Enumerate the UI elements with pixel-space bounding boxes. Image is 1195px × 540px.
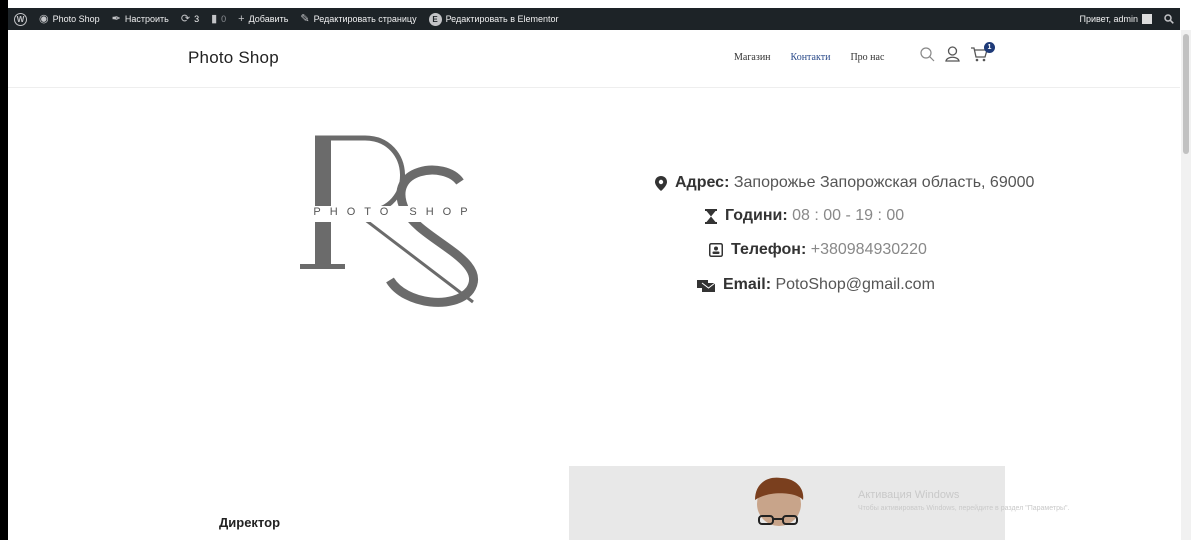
search-icon[interactable] [920,46,935,62]
customize-label: Настроить [124,14,169,24]
updates-count: 3 [194,14,200,24]
wp-admin-bar: W ◉ Photo Shop ✒ Настроить ⟳ 3 ▮ 0 + Доб… [8,8,1180,30]
contact-email: Email: PotoShop@gmail.com [697,276,935,294]
hourglass-icon [705,208,717,224]
avatar [1142,14,1152,24]
site-header: Photo Shop Магазин Контакти Про нас 1 [8,30,1180,88]
elementor-label: Редактировать в Elementor [445,14,559,24]
phone-value[interactable]: +380984930220 [811,241,927,258]
greeting-label: Привет, admin [1079,14,1138,24]
wp-logo-menu[interactable]: W [8,8,33,30]
windows-activation-title: Активация Windows [858,489,960,501]
hours-label: Години: [725,207,788,224]
cart-button[interactable]: 1 [970,42,995,62]
windows-activation-subtitle: Чтобы активировать Windows, перейдите в … [858,505,1070,512]
new-content-label: Добавить [248,14,289,24]
admin-bar-elementor[interactable]: E Редактировать в Elementor [423,8,565,30]
updates-icon: ⟳ [180,12,191,25]
nav-item-about[interactable]: Про нас [850,52,884,63]
address-value: Запорожье Запорожская область, 69000 [733,174,1035,191]
admin-bar-my-account[interactable]: Привет, admin [1073,8,1158,30]
page-scrollbar[interactable] [1181,30,1191,540]
brush-icon: ✒ [111,12,121,25]
dashboard-icon: ◉ [39,12,49,25]
logo-graphic [295,135,495,307]
edit-page-label: Редактировать страницу [313,14,417,24]
pencil-icon: ✎ [300,12,310,25]
site-name-label: Photo Shop [52,14,100,24]
site-title[interactable]: Photo Shop [188,48,279,68]
contact-phone: Телефон: +380984930220 [709,241,927,259]
top-strip [0,0,1195,8]
scrollbar-thumb[interactable] [1183,34,1189,154]
admin-bar-customize[interactable]: ✒ Настроить [106,8,175,30]
photo-shop-logo: PHOTO SHOP [295,130,495,310]
address-label: Адрес: [675,174,730,191]
email-value[interactable]: PotoShop@gmail.com [775,276,934,293]
admin-bar-updates[interactable]: ⟳ 3 [175,8,205,30]
contact-address: Адрес: Запорожье Запорожская область, 69… [655,174,1034,192]
admin-bar-edit-page[interactable]: ✎ Редактировать страницу [294,8,422,30]
email-label: Email: [723,276,772,293]
wordpress-icon: W [14,12,27,26]
nav-item-shop[interactable]: Магазин [734,52,771,63]
window-edge [0,0,8,540]
admin-bar-search[interactable] [1158,8,1180,30]
contact-card-icon [709,243,723,257]
admin-bar-new-content[interactable]: + Добавить [232,8,294,30]
cart-count-badge: 1 [984,42,995,53]
nav-item-contacts[interactable]: Контакти [791,52,831,63]
header-icons: 1 [920,42,995,62]
search-icon [1164,14,1174,24]
mail-stack-icon [697,280,715,292]
comments-count: 0 [221,14,227,24]
director-heading: Директор [219,515,281,530]
plus-icon: + [238,12,245,25]
phone-label: Телефон: [731,241,807,258]
user-icon[interactable] [945,46,960,62]
map-pin-icon [655,175,667,191]
logo-tagline: PHOTO SHOP [313,206,477,218]
comments-icon: ▮ [211,12,218,25]
elementor-icon: E [428,12,442,26]
hours-value: 08 : 00 - 19 : 00 [792,207,905,224]
admin-bar-site-name[interactable]: ◉ Photo Shop [33,8,106,30]
main-nav: Магазин Контакти Про нас [734,52,904,63]
admin-bar-comments[interactable]: ▮ 0 [205,8,232,30]
contact-hours: Години: 08 : 00 - 19 : 00 [705,207,904,225]
windows-activation-watermark: Активация Windows Чтобы активировать Win… [858,489,1069,512]
